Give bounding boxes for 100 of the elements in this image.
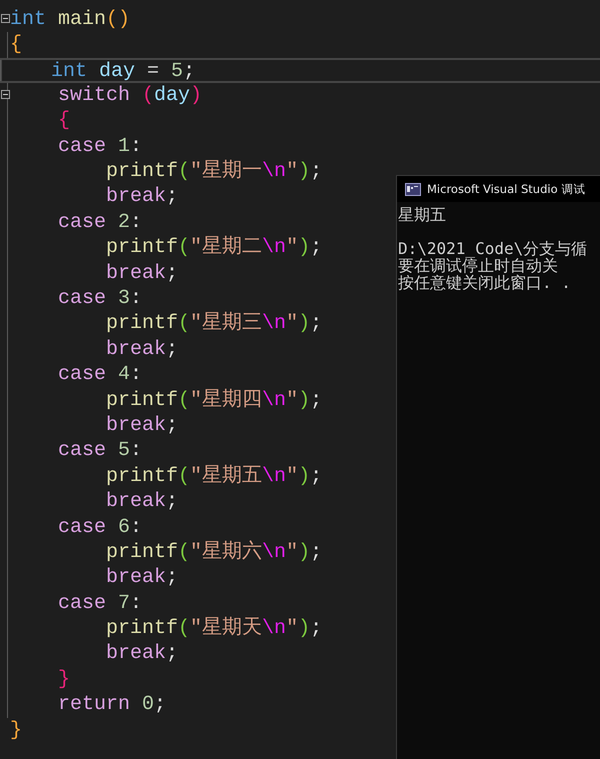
console-message-line: D:\2021_Code\分支与循 (398, 240, 588, 257)
parenthesis: ( (178, 618, 190, 640)
console-message-line: 按任意键关闭此窗口. . (398, 274, 572, 291)
punctuation: ; (310, 466, 322, 488)
punctuation: ; (310, 313, 322, 336)
console-message-line: 要在调试停止时自动关 (398, 257, 558, 274)
string-literal: " (286, 390, 298, 412)
control-keyword: case (58, 592, 106, 615)
parenthesis: ) (298, 161, 310, 184)
control-keyword: case (58, 212, 106, 234)
punctuation: : (130, 364, 142, 386)
punctuation: ; (166, 186, 178, 208)
escape-sequence: \n (262, 237, 286, 260)
variable-name: day (154, 84, 190, 107)
number-literal: 5 (170, 61, 184, 84)
function-name: printf (106, 466, 178, 488)
punctuation: : (130, 212, 142, 234)
punctuation: : (130, 136, 142, 158)
escape-sequence: \n (262, 542, 286, 564)
function-name: printf (106, 313, 178, 336)
function-name: printf (106, 237, 178, 260)
brace: } (10, 720, 22, 742)
string-literal: "星期二 (190, 237, 262, 260)
string-literal: "星期六 (190, 542, 262, 564)
function-name: main (57, 8, 106, 31)
function-name: printf (106, 390, 178, 412)
parenthesis: ( (178, 161, 190, 184)
function-name: printf (106, 618, 178, 640)
punctuation: ; (183, 61, 196, 84)
keyword: int (10, 8, 46, 31)
parenthesis: ) (298, 390, 310, 412)
punctuation: : (130, 592, 142, 615)
escape-sequence: \n (262, 313, 286, 336)
control-keyword: break (106, 262, 166, 285)
brace: { (58, 110, 70, 132)
control-keyword: break (106, 567, 166, 590)
collapse-icon[interactable] (1, 90, 10, 100)
escape-sequence: \n (262, 390, 286, 412)
parenthesis: ) (298, 313, 310, 336)
control-keyword: return (58, 694, 130, 716)
function-name: printf (106, 161, 178, 184)
console-window-title: Microsoft Visual Studio 调试 (427, 182, 586, 196)
string-literal: " (286, 237, 298, 260)
punctuation: ; (310, 618, 322, 640)
parenthesis: ) (298, 237, 310, 260)
control-keyword: case (58, 516, 106, 538)
punctuation: ; (310, 237, 322, 260)
console-app-icon (405, 182, 421, 196)
number-literal: 7 (117, 592, 130, 615)
control-keyword: break (106, 186, 166, 208)
number-literal: 0 (141, 694, 154, 716)
operator: = (146, 61, 160, 84)
control-keyword: case (58, 440, 106, 462)
number-literal: 5 (117, 440, 130, 462)
punctuation: ; (310, 542, 322, 564)
parenthesis: ) (298, 466, 310, 488)
brace: } (58, 668, 70, 691)
parenthesis: ( (141, 84, 154, 107)
string-literal: "星期四 (190, 390, 262, 412)
punctuation: ; (310, 161, 322, 184)
brace: { (10, 34, 22, 56)
keyword: int (51, 61, 88, 84)
punctuation: ; (166, 262, 178, 285)
control-keyword: switch (58, 84, 130, 107)
parenthesis: ) (190, 84, 202, 107)
parenthesis: ( (178, 313, 190, 336)
parenthesis: ( (178, 237, 190, 260)
punctuation: ; (166, 338, 178, 361)
function-name: printf (106, 542, 178, 564)
escape-sequence: \n (262, 161, 286, 184)
number-literal: 2 (117, 212, 130, 234)
string-literal: "星期三 (190, 313, 262, 336)
punctuation: ; (166, 567, 178, 590)
number-literal: 3 (117, 288, 130, 310)
control-keyword: case (58, 288, 106, 310)
string-literal: " (286, 161, 298, 184)
control-keyword: case (58, 364, 106, 386)
number-literal: 4 (117, 364, 130, 386)
string-literal: " (286, 542, 298, 564)
control-keyword: break (106, 338, 166, 361)
number-literal: 1 (117, 136, 130, 158)
control-keyword: break (106, 643, 166, 666)
punctuation: ; (154, 694, 166, 716)
number-literal: 6 (117, 516, 130, 538)
string-literal: " (286, 313, 298, 336)
parenthesis: ( (178, 542, 190, 564)
punctuation: : (130, 440, 142, 462)
console-output-line: 星期五 (398, 206, 447, 223)
parenthesis: ) (298, 618, 310, 640)
string-literal: "星期天 (190, 618, 262, 640)
collapse-icon[interactable] (1, 14, 10, 23)
parenthesis: ( (178, 466, 190, 488)
control-keyword: break (106, 414, 166, 437)
string-literal: "星期一 (190, 161, 262, 184)
parenthesis: () (106, 8, 130, 31)
parenthesis: ) (298, 542, 310, 564)
control-keyword: break (106, 491, 166, 514)
variable-name: day (98, 61, 136, 84)
string-literal: "星期五 (190, 466, 262, 488)
string-literal: " (286, 618, 298, 640)
